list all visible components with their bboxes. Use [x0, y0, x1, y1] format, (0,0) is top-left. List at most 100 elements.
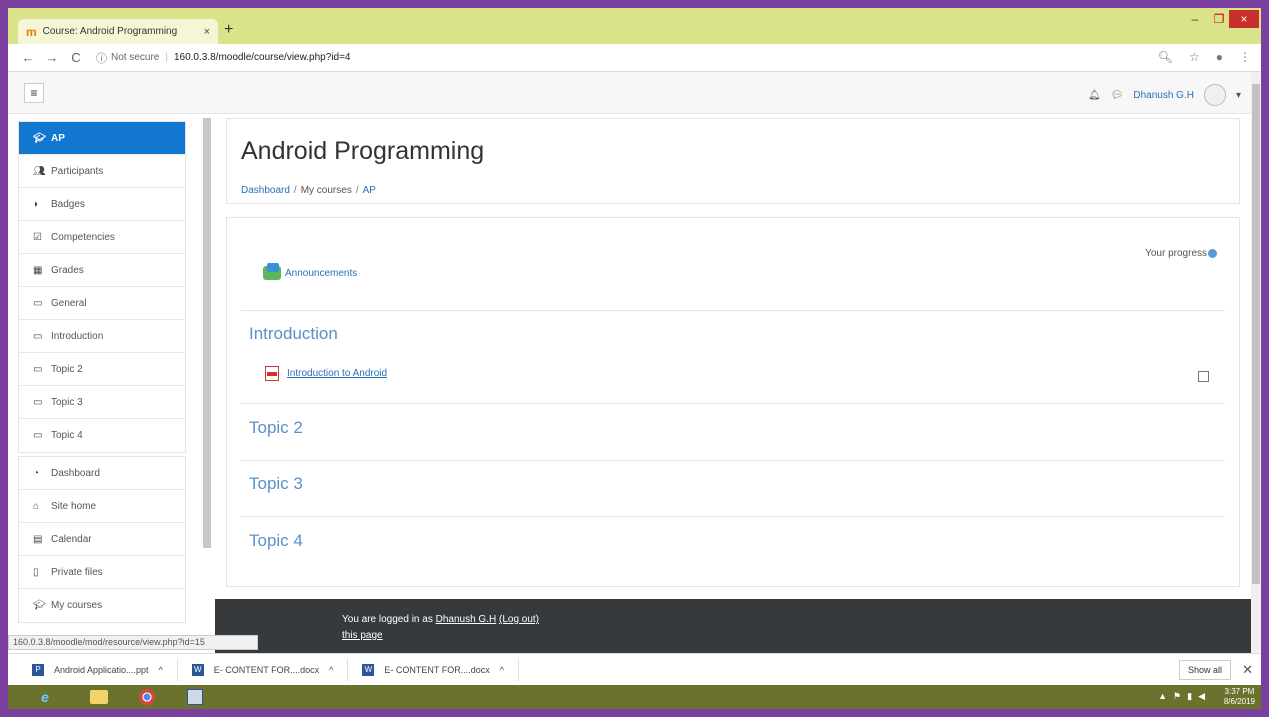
drawer-item-site-home[interactable]: ⌂ Site home	[19, 490, 185, 523]
browser-toolbar: ← → C ⓘ Not secure | 160.0.3.8/moodle/co…	[8, 44, 1261, 72]
close-tab-icon[interactable]: ×	[204, 26, 210, 38]
section-divider	[241, 310, 1225, 311]
breadcrumb-course[interactable]: AP	[363, 185, 376, 196]
drawer-course-group: 🎓︎ AP 👥︎ Participants ◗ Badges ☑ Compete…	[18, 121, 186, 453]
chat-icon[interactable]: 💬︎	[1111, 90, 1124, 101]
drawer-item-my-courses[interactable]: 🎓︎ My courses	[19, 589, 185, 622]
help-icon[interactable]	[1208, 248, 1217, 258]
drawer-item-grades[interactable]: ▦ Grades	[19, 254, 185, 287]
info-icon[interactable]: ⓘ	[96, 50, 107, 66]
forward-icon[interactable]: →	[42, 50, 62, 65]
system-tray-icon[interactable]: ▲⚑▮◀	[1158, 691, 1211, 702]
course-content: Your progress Announcements Introduction…	[226, 217, 1240, 587]
drawer-item-label: My courses	[51, 600, 103, 611]
logout-link[interactable]: (Log out)	[499, 614, 539, 625]
scrollbar-thumb[interactable]	[1252, 84, 1260, 584]
drawer-item-topic-3[interactable]: ▭ Topic 3	[19, 386, 185, 419]
word-file-icon: W	[362, 663, 375, 676]
download-filename: E- CONTENT FOR....docx	[384, 664, 490, 675]
drawer-item-introduction[interactable]: ▭ Introduction	[19, 320, 185, 353]
drawer-item-label: Private files	[51, 566, 103, 578]
tab-title: Course: Android Programming	[42, 26, 178, 37]
drawer-item-dashboard[interactable]: ◔ Dashboard	[19, 457, 185, 490]
user-name[interactable]: Dhanush G.H	[1133, 90, 1194, 101]
star-icon[interactable]: ☆	[1189, 50, 1200, 64]
zoom-icon[interactable]: 🔍︎	[1158, 50, 1173, 64]
activity-link[interactable]: Introduction to Android	[287, 368, 387, 379]
nav-drawer: 🎓︎ AP 👥︎ Participants ◗ Badges ☑ Compete…	[18, 121, 186, 641]
chevron-up-icon[interactable]: ^	[500, 665, 504, 675]
chevron-down-icon[interactable]: ▾	[1236, 90, 1241, 101]
download-item[interactable]: P Android Applicatio....ppt ^	[18, 658, 178, 681]
hamburger-menu-icon[interactable]: ≡	[24, 83, 44, 103]
url-text[interactable]: 160.0.3.8/moodle/course/view.php?id=4	[174, 52, 351, 63]
breadcrumb: Dashboard / My courses / AP	[241, 185, 376, 196]
progress-info: Your progress	[1145, 248, 1217, 259]
address-bar[interactable]: ⓘ Not secure | 160.0.3.8/moodle/course/v…	[96, 50, 350, 66]
section-title-topic-2[interactable]: Topic 2	[249, 418, 303, 438]
drawer-item-competencies[interactable]: ☑ Competencies	[19, 221, 185, 254]
pdf-icon	[265, 366, 279, 381]
download-item[interactable]: W E- CONTENT FOR....docx ^	[178, 658, 349, 681]
browser-tab[interactable]: m Course: Android Programming ×	[18, 19, 218, 44]
moodle-navbar: ≡ 🔔︎ 💬︎ Dhanush G.H ▾	[8, 72, 1251, 114]
announcements-label: Announcements	[285, 267, 358, 279]
completion-checkbox[interactable]	[1198, 371, 1209, 382]
download-filename: Android Applicatio....ppt	[54, 664, 149, 675]
shield-icon: ◗	[33, 198, 40, 210]
profile-icon[interactable]: ●	[1216, 50, 1223, 64]
folder-icon: ▭	[33, 396, 43, 408]
folder-icon: ▭	[33, 430, 43, 441]
breadcrumb-my-courses[interactable]: My courses	[301, 185, 352, 196]
new-tab-button[interactable]: +	[224, 21, 233, 39]
page-scrollbar[interactable]	[1251, 72, 1261, 658]
menu-dots-icon[interactable]: ⋮	[1239, 50, 1251, 64]
browser-window: m Course: Android Programming × + – ❐ × …	[8, 8, 1261, 709]
drawer-item-participants[interactable]: 👥︎ Participants	[19, 155, 185, 188]
folder-icon: ▭	[33, 363, 43, 375]
download-item[interactable]: W E- CONTENT FOR....docx ^	[348, 658, 519, 681]
drawer-item-calendar[interactable]: ▤ Calendar	[19, 523, 185, 556]
drawer-item-label: AP	[51, 132, 65, 144]
page-footer: You are logged in as Dhanush G.H (Log ou…	[215, 599, 1251, 653]
drawer-item-label: Competencies	[51, 231, 115, 243]
show-all-button[interactable]: Show all	[1178, 660, 1231, 680]
announcements-link[interactable]: Announcements	[263, 263, 358, 280]
drawer-item-label: Calendar	[51, 533, 92, 545]
drawer-item-topic-2[interactable]: ▭ Topic 2	[19, 353, 185, 386]
status-url-bubble: 160.0.3.8/moodle/mod/resource/view.php?i…	[8, 635, 258, 650]
drawer-scrollbar[interactable]	[203, 118, 211, 548]
section-title-topic-3[interactable]: Topic 3	[249, 474, 303, 494]
user-area: 🔔︎ 💬︎ Dhanush G.H ▾	[1088, 84, 1241, 106]
reload-icon[interactable]: C	[66, 50, 86, 65]
page-title: Android Programming	[241, 137, 485, 165]
footer-page-link[interactable]: this page	[342, 630, 383, 641]
drawer-item-private-files[interactable]: ▯ Private files	[19, 556, 185, 589]
file-explorer-icon[interactable]	[88, 687, 110, 707]
drawer-item-ap[interactable]: 🎓︎ AP	[19, 122, 185, 155]
internet-explorer-icon[interactable]: e	[34, 687, 56, 707]
course-header: Android Programming Dashboard / My courses…	[226, 118, 1240, 204]
back-icon[interactable]: ←	[18, 50, 38, 65]
close-downloads-icon[interactable]: ✕	[1242, 662, 1253, 678]
chevron-up-icon[interactable]: ^	[329, 665, 333, 675]
drawer-item-topic-4[interactable]: ▭ Topic 4	[19, 419, 185, 452]
drawer-item-label: Topic 2	[51, 363, 83, 375]
drawer-item-general[interactable]: ▭ General	[19, 287, 185, 320]
avatar[interactable]	[1203, 84, 1226, 106]
bell-icon[interactable]: 🔔︎	[1088, 90, 1101, 101]
moodle-favicon-icon: m	[26, 24, 37, 39]
clock[interactable]: 3:37 PM 8/6/2019	[1224, 687, 1255, 707]
login-prefix: You are logged in as	[342, 614, 433, 625]
close-window-icon[interactable]: ×	[1229, 10, 1259, 28]
section-title-introduction[interactable]: Introduction	[249, 324, 338, 344]
activity-introduction-to-android[interactable]: Introduction to Android	[265, 366, 387, 381]
section-title-topic-4[interactable]: Topic 4	[249, 531, 303, 551]
drawer-item-badges[interactable]: ◗ Badges	[19, 188, 185, 221]
download-filename: E- CONTENT FOR....docx	[213, 664, 320, 675]
powerpoint-icon[interactable]	[184, 687, 206, 707]
breadcrumb-dashboard[interactable]: Dashboard	[241, 185, 290, 196]
chevron-up-icon[interactable]: ^	[159, 665, 163, 675]
chrome-icon[interactable]	[136, 687, 158, 707]
footer-user-link[interactable]: Dhanush G.H	[436, 614, 497, 625]
